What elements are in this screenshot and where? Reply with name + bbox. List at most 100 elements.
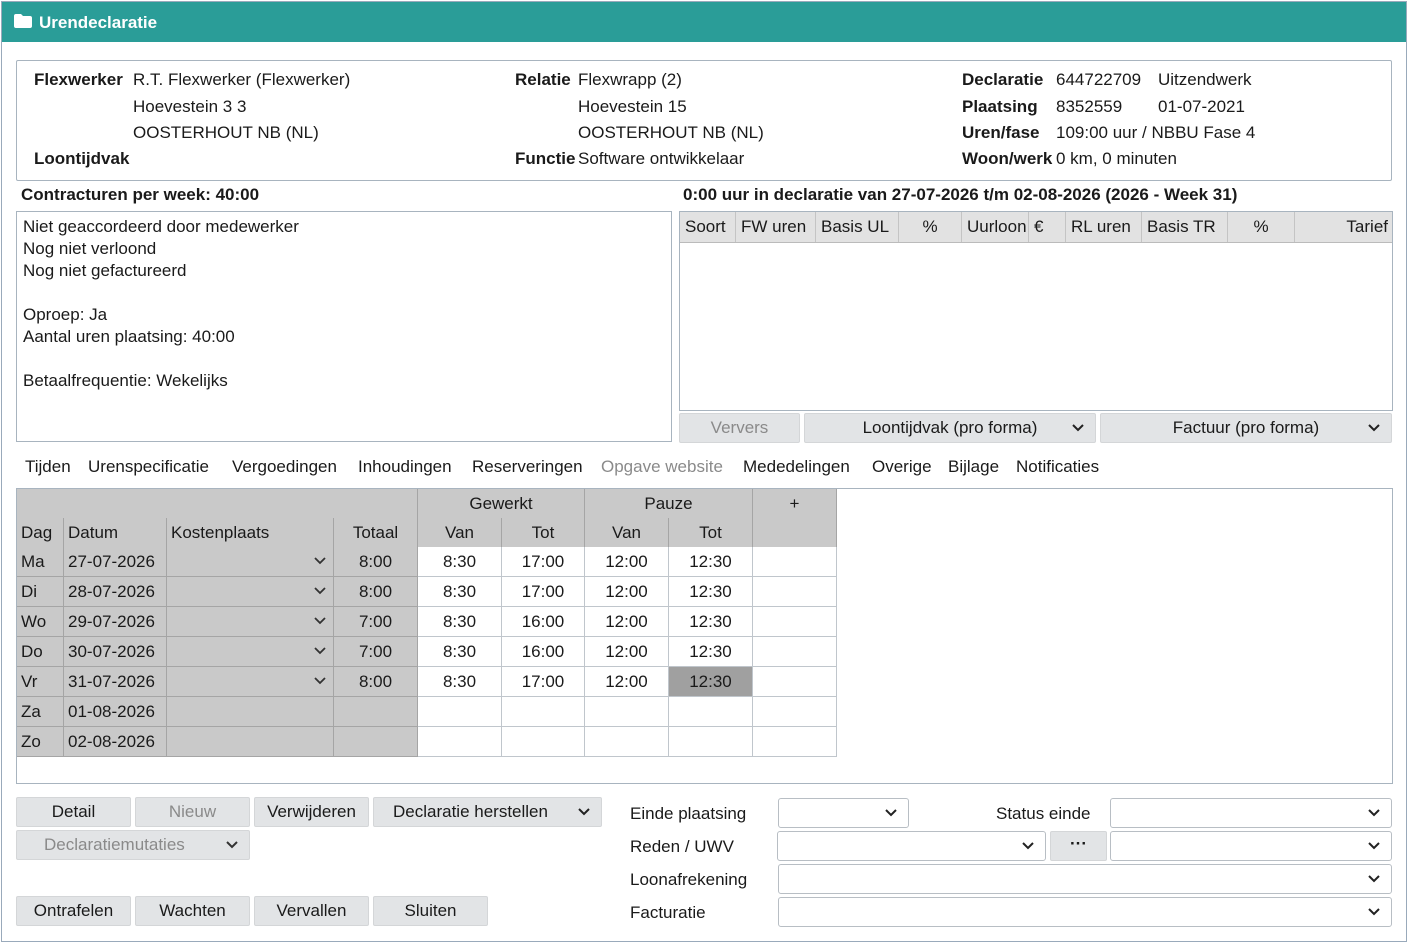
- pauze-tot-cell[interactable]: 12:30: [669, 637, 753, 667]
- tab-bijlage[interactable]: Bijlage: [948, 457, 999, 477]
- nieuw-button[interactable]: Nieuw: [135, 797, 250, 827]
- einde-plaatsing-select[interactable]: [778, 798, 909, 828]
- detail-button[interactable]: Detail: [16, 797, 131, 827]
- facturatie-select[interactable]: [778, 897, 1392, 927]
- add-column-button[interactable]: +: [753, 489, 837, 519]
- gewerkt-van-cell[interactable]: 8:30: [418, 607, 502, 637]
- declaratie-label: Declaratie: [962, 70, 1044, 89]
- gewerkt-tot-cell[interactable]: 16:00: [502, 637, 585, 667]
- pauze-tot-cell[interactable]: [669, 727, 753, 757]
- gewerkt-tot-cell[interactable]: 17:00: [502, 577, 585, 607]
- pauze-van-cell[interactable]: 12:00: [585, 667, 669, 697]
- extra-cell[interactable]: [753, 697, 837, 727]
- extra-cell[interactable]: [753, 577, 837, 607]
- loontijdvak-pro-forma-button[interactable]: Loontijdvak (pro forma): [804, 413, 1096, 443]
- kostenplaats-cell[interactable]: [167, 547, 334, 577]
- pauze-van-cell[interactable]: 12:00: [585, 607, 669, 637]
- sluiten-button[interactable]: Sluiten: [373, 896, 488, 926]
- declaration-table-header: Soort FW uren Basis UL% Uurloon € RL uren Basi…: [680, 212, 1392, 243]
- flexwerker-address2: OOSTERHOUT NB (NL): [133, 123, 319, 142]
- chevron-down-icon: [884, 799, 898, 832]
- tab-vergoedingen[interactable]: Vergoedingen: [232, 457, 337, 477]
- functie-label: Functie: [515, 149, 576, 168]
- pauze-group-header[interactable]: Pauze: [585, 489, 753, 519]
- tab-notificaties[interactable]: Notificaties: [1016, 457, 1099, 477]
- loonafrekening-select[interactable]: [778, 864, 1392, 894]
- pauze-tot-cell[interactable]: 12:30: [669, 547, 753, 577]
- gewerkt-van-cell[interactable]: 8:30: [418, 637, 502, 667]
- ververs-button[interactable]: Ververs: [679, 413, 800, 443]
- gewerkt-tot-cell[interactable]: 17:00: [502, 547, 585, 577]
- wachten-button[interactable]: Wachten: [135, 896, 250, 926]
- plaatsing-label: Plaatsing: [962, 97, 1038, 116]
- status-line: Nog niet verloond: [23, 239, 157, 258]
- ontrafelen-button[interactable]: Ontrafelen: [16, 896, 131, 926]
- tab-overige[interactable]: Overige: [872, 457, 932, 477]
- chevron-down-icon: [577, 798, 591, 835]
- status-line: Aantal uren plaatsing: 40:00: [23, 327, 235, 346]
- gewerkt-tot-cell[interactable]: [502, 727, 585, 757]
- extra-cell[interactable]: [753, 667, 837, 697]
- chevron-down-icon: [1367, 832, 1381, 865]
- pauze-tot-cell[interactable]: 12:30: [669, 577, 753, 607]
- kostenplaats-cell[interactable]: [167, 637, 334, 667]
- pauze-van-cell[interactable]: 12:00: [585, 637, 669, 667]
- urendeclaratie-window: Urendeclaratie Flexwerker R.T. Flexwerke…: [1, 1, 1407, 942]
- column-header: Tarief: [1346, 217, 1388, 236]
- tab-urenspecificatie[interactable]: Urenspecificatie: [88, 457, 209, 477]
- extra-cell[interactable]: [753, 637, 837, 667]
- gewerkt-van-cell[interactable]: [418, 697, 502, 727]
- gewerkt-tot-cell[interactable]: [502, 697, 585, 727]
- tab-inhoudingen[interactable]: Inhoudingen: [358, 457, 452, 477]
- gewerkt-tot-cell[interactable]: 16:00: [502, 607, 585, 637]
- pauze-van-cell[interactable]: 12:00: [585, 577, 669, 607]
- factuur-button-label: Factuur (pro forma): [1172, 418, 1320, 437]
- tab-tijden[interactable]: Tijden: [25, 457, 71, 477]
- plaatsing-number: 8352559: [1056, 97, 1123, 116]
- pauze-van-cell[interactable]: [585, 727, 669, 757]
- column-header: RL uren: [1066, 212, 1142, 242]
- chevron-down-icon: [1071, 414, 1085, 451]
- pauze-tot-cell[interactable]: 12:30: [669, 667, 753, 697]
- status-notes-box: Niet geaccordeerd door medewerker Nog nie…: [16, 211, 672, 442]
- relatie-address2: OOSTERHOUT NB (NL): [578, 123, 764, 142]
- gewerkt-van-cell[interactable]: [418, 727, 502, 757]
- extra-cell[interactable]: [753, 607, 837, 637]
- declaratie-herstellen-label: Declaratie herstellen: [393, 802, 548, 821]
- urenfase-value: 109:00 uur / NBBU Fase 4: [1056, 123, 1256, 142]
- kostenplaats-cell[interactable]: [167, 607, 334, 637]
- facturatie-label: Facturatie: [630, 903, 706, 922]
- contract-hours-heading: Contracturen per week: 40:00: [21, 185, 260, 204]
- gewerkt-tot-cell[interactable]: 17:00: [502, 667, 585, 697]
- chevron-down-icon: [1367, 799, 1381, 832]
- dag-cell: Ma: [17, 547, 64, 577]
- gewerkt-van-cell[interactable]: 8:30: [418, 547, 502, 577]
- kostenplaats-cell[interactable]: [167, 667, 334, 697]
- kostenplaats-cell[interactable]: [167, 577, 334, 607]
- pauze-tot-cell[interactable]: 12:30: [669, 607, 753, 637]
- tab-opgave-website[interactable]: Opgave website: [601, 457, 723, 477]
- reden-select[interactable]: [777, 831, 1046, 861]
- status-einde-select[interactable]: [1110, 798, 1392, 828]
- tab-reserveringen[interactable]: Reserveringen: [472, 457, 583, 477]
- status-line: Oproep: Ja: [23, 305, 108, 324]
- pauze-van-cell[interactable]: 12:00: [585, 547, 669, 577]
- gewerkt-van-cell[interactable]: 8:30: [418, 667, 502, 697]
- extra-cell[interactable]: [753, 727, 837, 757]
- uwv-select[interactable]: [1110, 831, 1392, 861]
- pauze-tot-cell[interactable]: [669, 697, 753, 727]
- gewerkt-van-cell[interactable]: 8:30: [418, 577, 502, 607]
- reden-lookup-button[interactable]: ···: [1050, 831, 1107, 861]
- column-header: Uurloon: [962, 212, 1029, 242]
- declaratiemutaties-button[interactable]: Declaratiemutaties: [16, 830, 250, 860]
- factuur-pro-forma-button[interactable]: Factuur (pro forma): [1100, 413, 1392, 443]
- pauze-van-cell[interactable]: [585, 697, 669, 727]
- column-header: Dag: [17, 518, 64, 548]
- chevron-down-icon: [1021, 832, 1035, 865]
- verwijderen-button[interactable]: Verwijderen: [254, 797, 369, 827]
- declaratie-herstellen-button[interactable]: Declaratie herstellen: [373, 797, 602, 827]
- tab-mededelingen[interactable]: Mededelingen: [743, 457, 850, 477]
- vervallen-button[interactable]: Vervallen: [254, 896, 369, 926]
- extra-cell[interactable]: [753, 547, 837, 577]
- gewerkt-group-header[interactable]: Gewerkt: [418, 489, 585, 519]
